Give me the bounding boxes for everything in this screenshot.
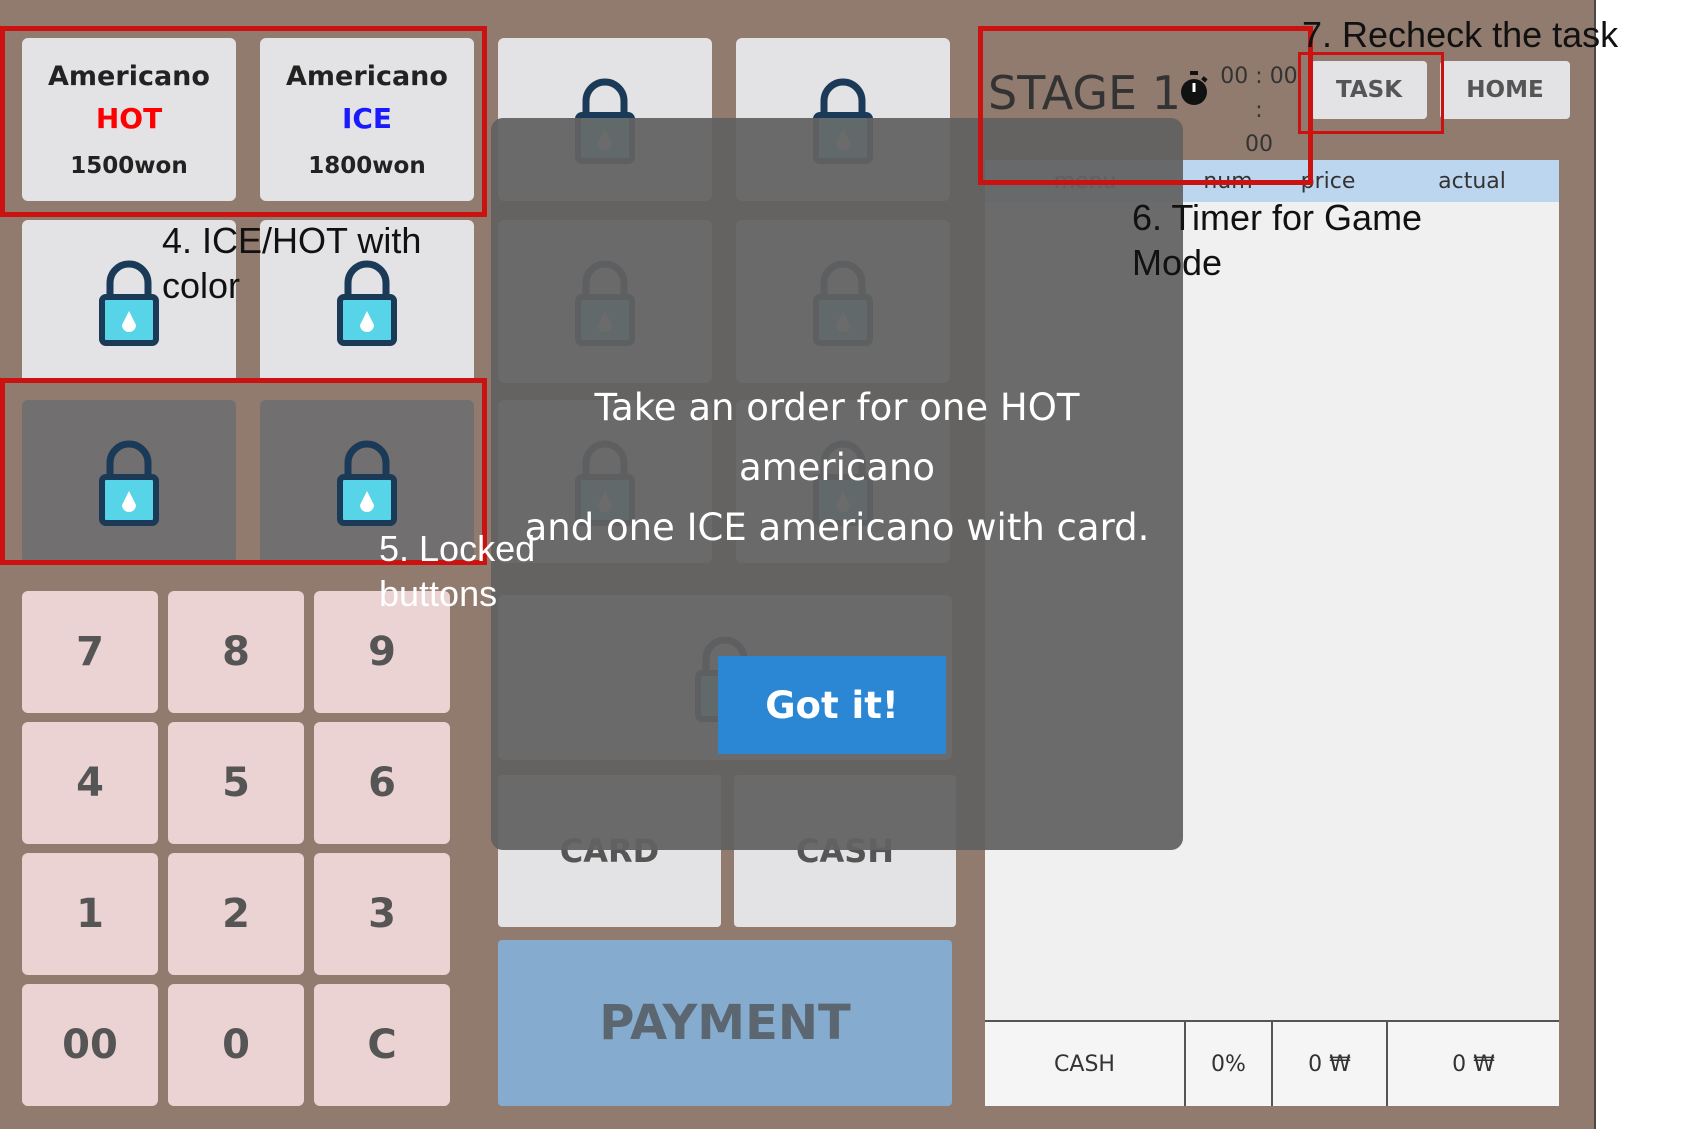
home-button[interactable]: HOME	[1440, 61, 1570, 119]
price-total-cell: 0 ₩	[1273, 1022, 1388, 1106]
discount-cell: 0%	[1186, 1022, 1273, 1106]
payment-method-cell: CASH	[985, 1022, 1186, 1106]
keypad-key-0[interactable]: 0	[168, 984, 304, 1106]
task-line-1: Take an order for one HOT americano	[594, 386, 1080, 489]
keypad-key-5[interactable]: 5	[168, 722, 304, 844]
annotation-ice-hot: 4. ICE/HOT with color	[162, 218, 421, 308]
keypad-key-clear[interactable]: C	[314, 984, 450, 1106]
annotation-line: color	[162, 265, 241, 306]
annotation-box-ice-hot	[0, 26, 487, 217]
annotation-line: 5. Locked	[379, 528, 536, 569]
annotation-line: buttons	[379, 573, 498, 614]
keypad-key-1[interactable]: 1	[22, 853, 158, 975]
annotation-task: 7. Recheck the task	[1302, 14, 1619, 55]
annotation-box-task	[1298, 52, 1444, 134]
lock-icon	[99, 260, 159, 346]
annotation-timer: 6. Timer for Game Mode	[1132, 195, 1422, 285]
keypad-key-3[interactable]: 3	[314, 853, 450, 975]
keypad-key-6[interactable]: 6	[314, 722, 450, 844]
payment-button[interactable]: PAYMENT	[498, 940, 952, 1106]
keypad-key-4[interactable]: 4	[22, 722, 158, 844]
keypad-key-8[interactable]: 8	[168, 591, 304, 713]
annotation-box-timer	[978, 26, 1313, 185]
keypad-key-00[interactable]: 00	[22, 984, 158, 1106]
annotation-locked: 5. Locked buttons	[379, 526, 535, 616]
actual-total-cell: 0 ₩	[1452, 1051, 1495, 1077]
annotation-line: 6. Timer for Game	[1132, 197, 1423, 238]
order-table-footer: CASH 0% 0 ₩ 0 ₩	[985, 1020, 1559, 1106]
task-description: Take an order for one HOT americano and …	[491, 378, 1183, 558]
task-line-2: and one ICE americano with card.	[524, 506, 1150, 549]
annotation-line: Mode	[1132, 242, 1223, 283]
keypad-key-7[interactable]: 7	[22, 591, 158, 713]
keypad-key-2[interactable]: 2	[168, 853, 304, 975]
task-modal: Take an order for one HOT americano and …	[491, 118, 1183, 850]
got-it-button[interactable]: Got it!	[718, 656, 946, 754]
annotation-line: 4. ICE/HOT with	[162, 220, 422, 261]
